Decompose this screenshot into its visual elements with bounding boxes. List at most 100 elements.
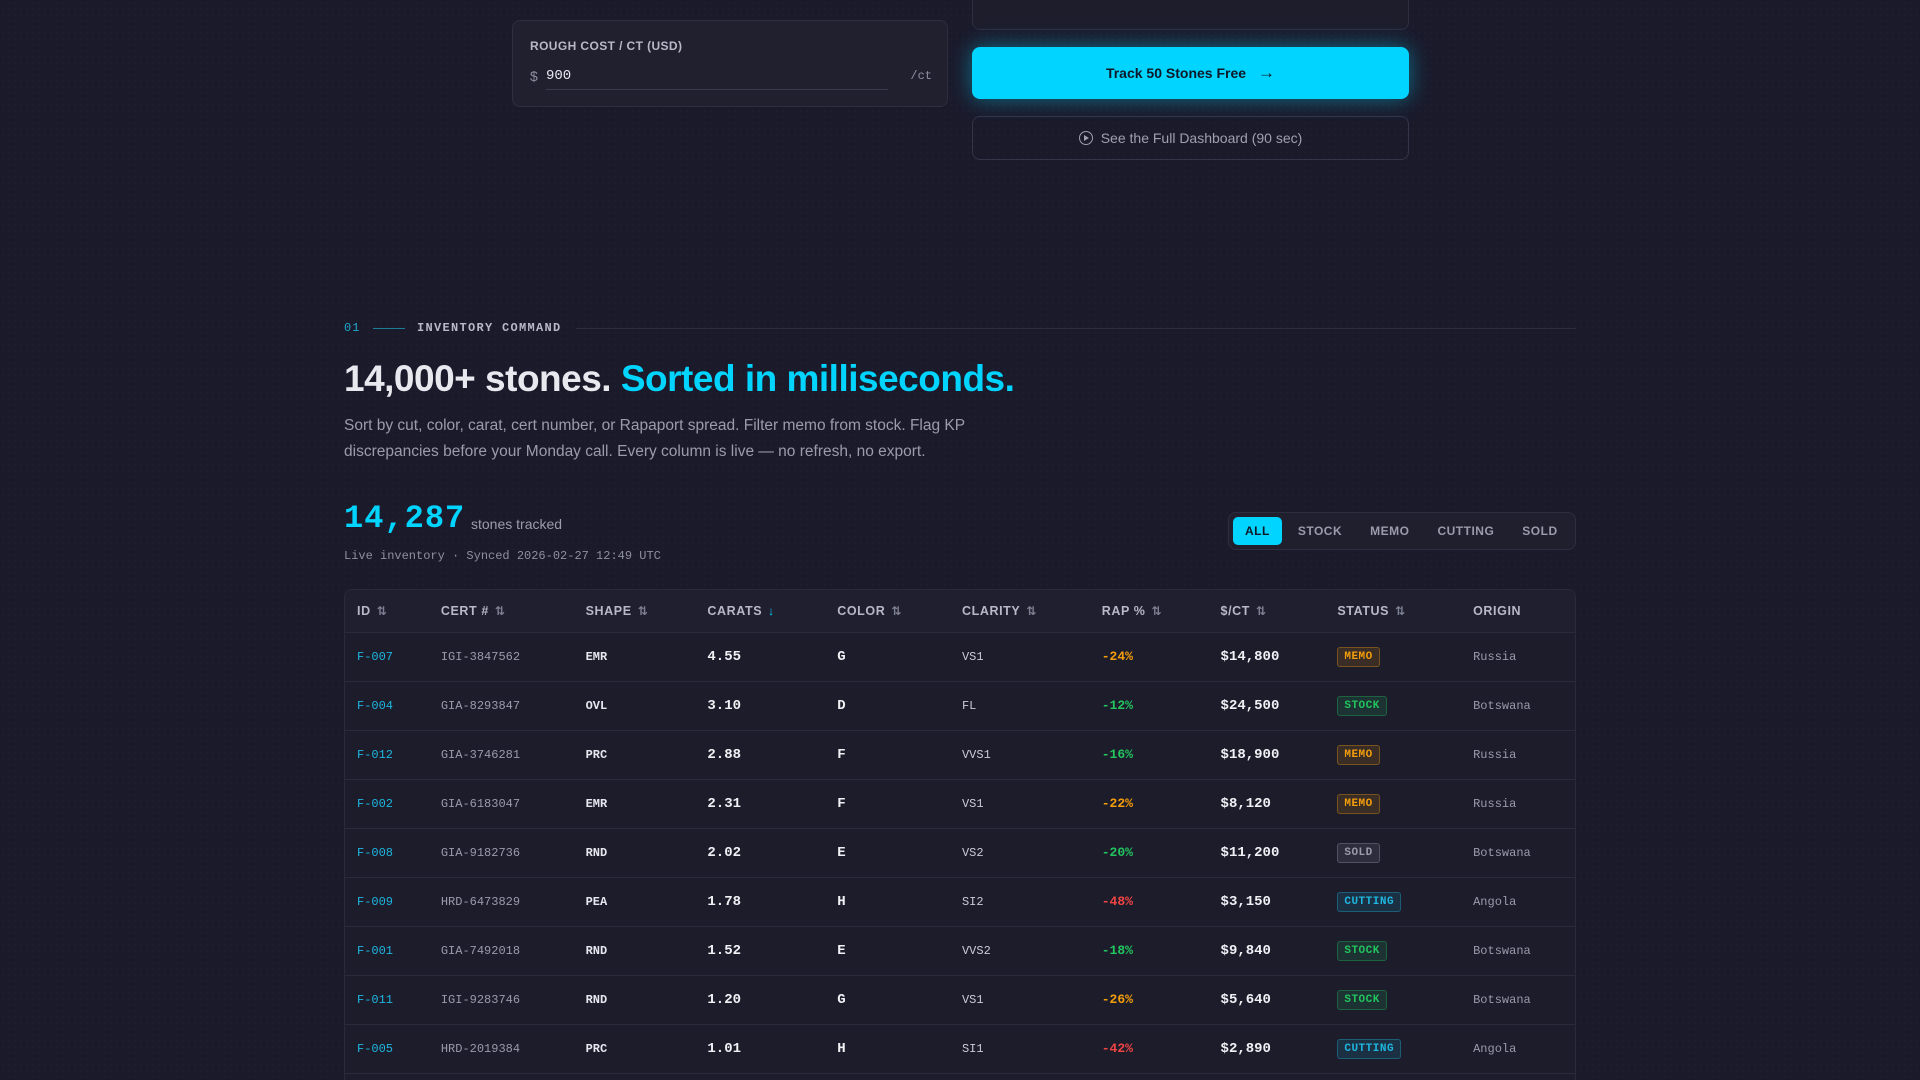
status-badge: MEMO — [1337, 744, 1380, 765]
cell-clarity: SI2 — [950, 877, 1090, 926]
cell-origin: Angola — [1461, 1024, 1575, 1073]
cert-number: GIA-3746281 — [440, 748, 521, 762]
cell-origin: Botswana — [1461, 828, 1575, 877]
section-divider-short — [373, 328, 405, 329]
stone-id[interactable]: F-007 — [357, 650, 393, 664]
rap-percent: -20% — [1101, 845, 1133, 860]
stone-id[interactable]: F-004 — [357, 699, 393, 713]
rough-cost-input-row: $ 900 /ct — [530, 66, 932, 90]
origin: Botswana — [1473, 846, 1531, 860]
cell-price-per-carat: $8,120 — [1209, 779, 1326, 828]
price-per-carat: $3,150 — [1220, 893, 1271, 910]
see-dashboard-button[interactable]: See the Full Dashboard (90 sec) — [972, 116, 1409, 160]
column-header-carats[interactable]: CARATS ↓ — [695, 590, 826, 633]
stone-id[interactable]: F-011 — [357, 993, 393, 1007]
see-dashboard-label: See the Full Dashboard (90 sec) — [1100, 130, 1303, 146]
sort-icon: ⇅ — [1395, 603, 1406, 618]
table-row[interactable]: F-002 GIA-6183047 EMR 2.31 F VS1 -22% $8,120 MEM… — [345, 779, 1575, 828]
cell-clarity: VS1 — [950, 632, 1090, 681]
rap-percent: -18% — [1101, 943, 1133, 958]
table-row[interactable]: F-011 IGI-9283746 RND 1.20 G VS1 -26% $5,640 STO… — [345, 975, 1575, 1024]
cell-cert-number: GIA-3746281 — [429, 730, 574, 779]
currency-symbol: $ — [530, 68, 538, 84]
stone-id[interactable]: F-008 — [357, 846, 393, 860]
section-headline: 14,000+ stones. Sorted in milliseconds. — [344, 358, 1015, 400]
carats: 2.31 — [707, 795, 742, 812]
column-header-label: ID — [357, 603, 371, 618]
carats: 4.55 — [707, 648, 742, 665]
column-header-status[interactable]: STATUS ⇅ — [1325, 590, 1462, 633]
cell-rap-percent: -22% — [1090, 779, 1209, 828]
shape: OVL — [585, 699, 608, 713]
rap-percent: -24% — [1101, 649, 1133, 664]
stone-id[interactable]: F-012 — [357, 748, 393, 762]
cert-number: GIA-6183047 — [440, 797, 521, 811]
cell-clarity: VS1 — [950, 779, 1090, 828]
cell-stone-id: F-009 — [345, 877, 429, 926]
cell-price-per-carat: $24,500 — [1209, 681, 1326, 730]
inventory-table: ID ⇅ CERT # ⇅ SHAPE ⇅ CARATS ↓ COLOR ⇅ CLARITY ⇅ RAP… — [344, 589, 1576, 1080]
price-per-carat: $18,900 — [1220, 746, 1280, 763]
cell-clarity: VS1 — [950, 975, 1090, 1024]
carats: 3.10 — [707, 697, 742, 714]
table-row[interactable]: F-012 GIA-3746281 PRC 2.88 F VVS1 -16% $18,900 M… — [345, 730, 1575, 779]
carats: 1.52 — [707, 942, 742, 959]
stone-id[interactable]: F-001 — [357, 944, 393, 958]
color-grade: H — [837, 893, 846, 910]
table-row[interactable]: F-004 GIA-8293847 OVL 3.10 D FL -12% $24,500 STO… — [345, 681, 1575, 730]
price-per-carat: $24,500 — [1220, 697, 1280, 714]
filter-all[interactable]: ALL — [1233, 517, 1282, 545]
table-row[interactable]: F-007 IGI-3847562 EMR 4.55 G VS1 -24% $14,800 ME… — [345, 632, 1575, 681]
table-row[interactable]: F-001 GIA-7492018 RND 1.52 E VVS2 -18% $9,840 ST… — [345, 926, 1575, 975]
filter-memo[interactable]: MEMO — [1358, 517, 1421, 545]
cell-rap-percent: -26% — [1090, 975, 1209, 1024]
carats: 1.01 — [707, 1040, 742, 1057]
cell-stone-id: F-008 — [345, 828, 429, 877]
rough-cost-input[interactable]: 900 — [546, 66, 888, 90]
cell-stone-id: F-007 — [345, 632, 429, 681]
cell-clarity: FL — [950, 681, 1090, 730]
filter-cutting[interactable]: CUTTING — [1425, 517, 1506, 545]
cell-price-per-carat: $11,200 — [1209, 828, 1326, 877]
shape: PRC — [585, 1042, 608, 1056]
cell-stone-id: F-012 — [345, 730, 429, 779]
rough-cost-card: ROUGH COST / CT (USD) $ 900 /ct — [512, 20, 948, 107]
cell-origin: Angola — [1461, 877, 1575, 926]
column-header-shape[interactable]: SHAPE ⇅ — [573, 590, 696, 633]
cell-stone-id: F-011 — [345, 975, 429, 1024]
section-description: Sort by cut, color, carat, cert number, … — [344, 417, 965, 460]
filter-sold[interactable]: SOLD — [1510, 517, 1569, 545]
origin: Botswana — [1473, 699, 1531, 713]
track-stones-button[interactable]: Track 50 Stones Free → — [972, 47, 1409, 99]
column-header-label: CLARITY — [961, 603, 1021, 618]
column-header-clarity[interactable]: CLARITY ⇅ — [949, 590, 1090, 633]
sort-desc-icon: ↓ — [768, 603, 775, 618]
stone-id[interactable]: F-009 — [357, 895, 393, 909]
column-header--ct[interactable]: $/CT ⇅ — [1208, 590, 1326, 633]
filter-stock[interactable]: STOCK — [1286, 517, 1354, 545]
cert-number: GIA-9182736 — [440, 846, 521, 860]
cell-clarity: VVS2 — [950, 926, 1090, 975]
column-header-id[interactable]: ID ⇅ — [345, 590, 429, 633]
previous-input-field[interactable] — [972, 0, 1409, 30]
table-row[interactable]: F-008 GIA-9182736 RND 2.02 E VS2 -20% $11,200 SO… — [345, 828, 1575, 877]
table-row[interactable]: F-005 HRD-2019384 PRC 1.01 H SI1 -42% $2,890 CUT… — [345, 1024, 1575, 1073]
price-per-carat: $2,890 — [1220, 1040, 1271, 1057]
stone-id[interactable]: F-002 — [357, 797, 393, 811]
column-header-cert[interactable]: CERT # ⇅ — [428, 590, 574, 633]
cell-shape: OVL — [574, 681, 696, 730]
carats: 1.78 — [707, 893, 742, 910]
cell-carats: 1.20 — [695, 975, 825, 1024]
status-badge: MEMO — [1337, 793, 1380, 814]
column-header-rap[interactable]: RAP % ⇅ — [1089, 590, 1209, 633]
status-filter-group: ALL STOCK MEMO CUTTING SOLD — [1228, 512, 1576, 550]
column-header-color[interactable]: COLOR ⇅ — [825, 590, 950, 633]
shape: PRC — [585, 748, 608, 762]
cell-clarity: SI1 — [950, 1024, 1090, 1073]
stone-id[interactable]: F-005 — [357, 1042, 393, 1056]
color-grade: E — [837, 844, 846, 861]
table-row[interactable]: F-009 HRD-6473829 PEA 1.78 H SI2 -48% $3,150 CUT… — [345, 877, 1575, 926]
headline-main: 14,000+ stones. — [344, 358, 612, 399]
origin: Botswana — [1473, 993, 1531, 1007]
sort-icon: ⇅ — [494, 603, 506, 618]
